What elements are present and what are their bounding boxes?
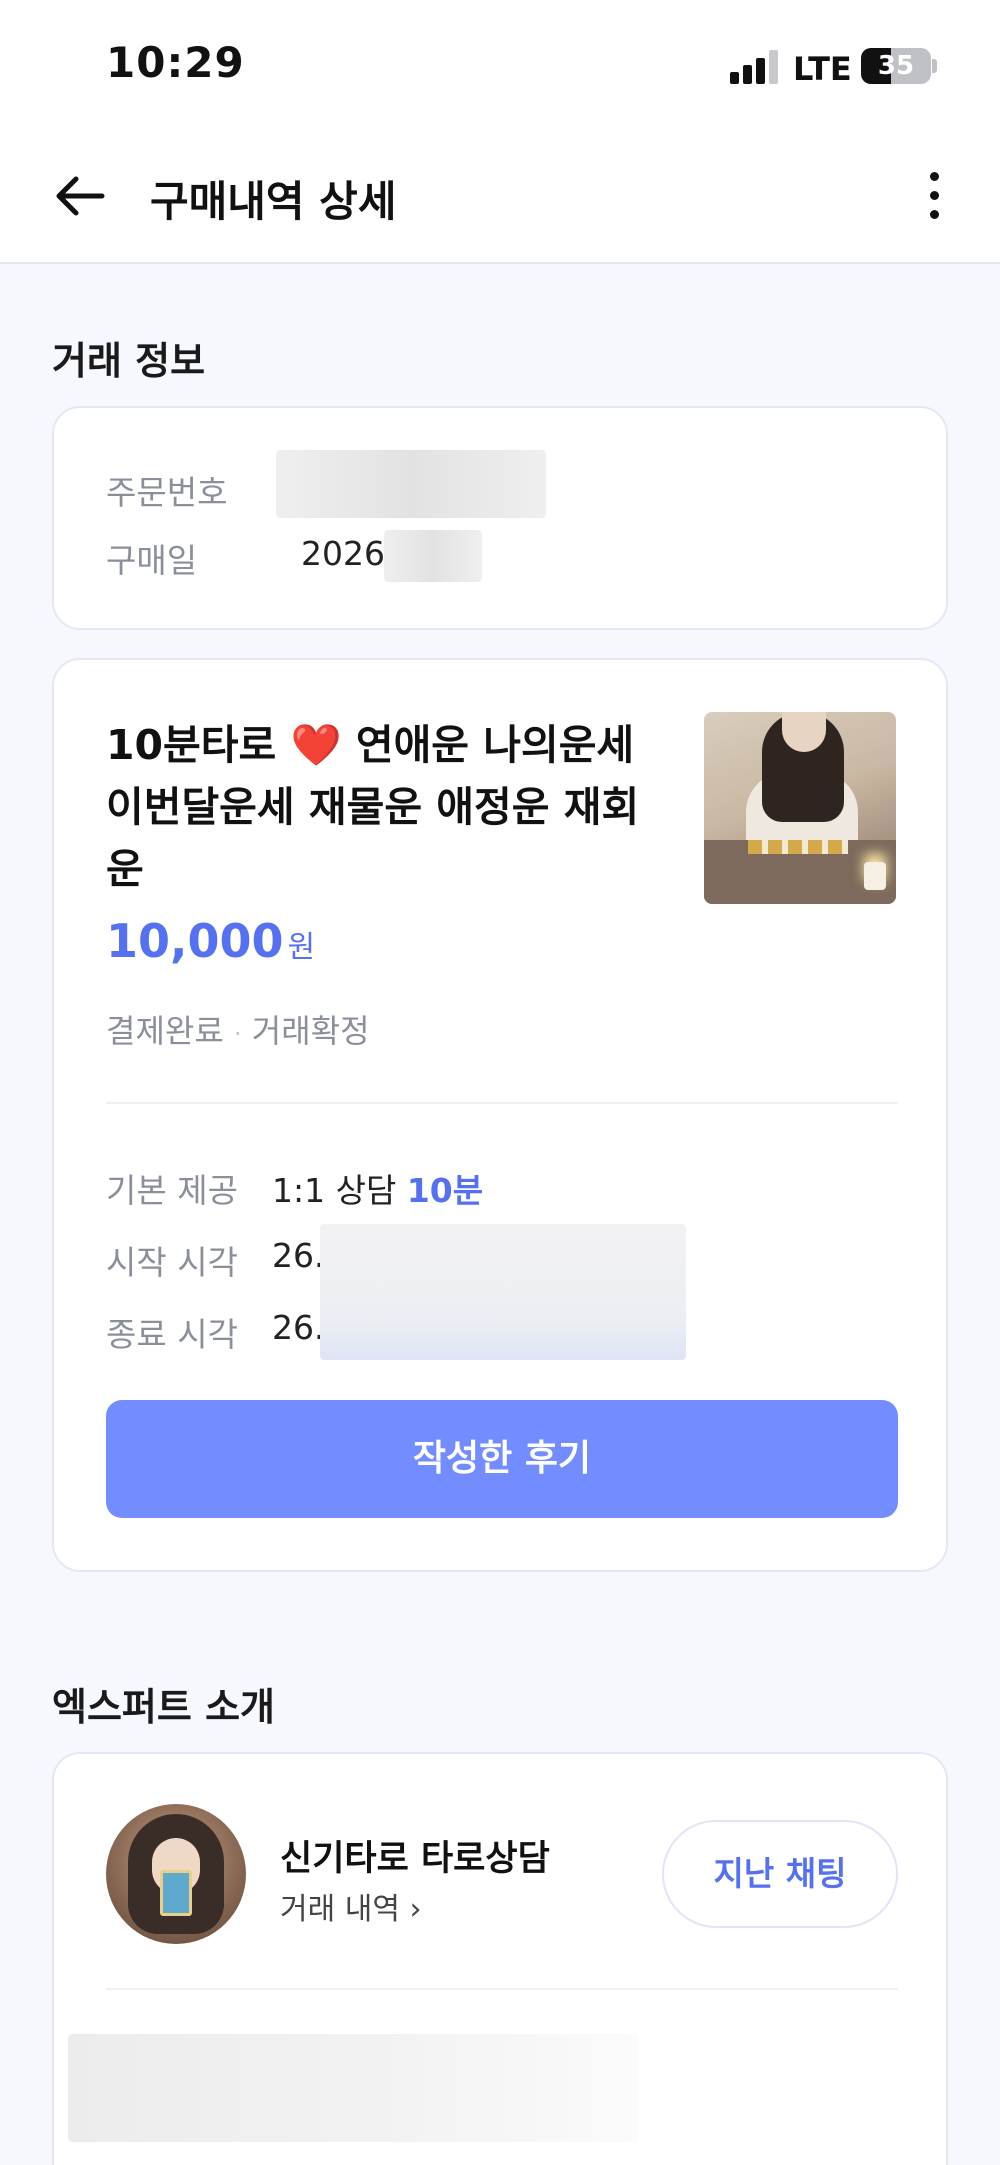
status-time: 10:29 xyxy=(106,38,245,87)
price-currency: 원 xyxy=(287,930,316,965)
trade-info-card: 주문번호 구매일 2026 xyxy=(52,406,948,630)
battery-tip xyxy=(932,59,937,73)
basic-service-duration: 10분 xyxy=(406,1171,484,1210)
written-review-button[interactable]: 작성한 후기 xyxy=(106,1400,898,1518)
heart-icon: ❤️ xyxy=(290,721,342,769)
nav-bar: 구매내역 상세 xyxy=(0,132,1000,264)
trade-info-title: 거래 정보 xyxy=(52,339,206,383)
basic-service-type: 1:1 상담 xyxy=(272,1171,397,1210)
trade-history-label: 거래 내역 xyxy=(280,1892,400,1927)
trade-status: 거래확정 xyxy=(251,1012,370,1050)
end-time-label: 종료 시각 xyxy=(106,1315,238,1354)
purchase-date-value: 2026 xyxy=(301,534,385,573)
product-price: 10,000 원 xyxy=(106,914,315,968)
expert-avatar[interactable] xyxy=(106,1804,246,1944)
back-arrow-icon[interactable] xyxy=(50,166,110,226)
expert-card: 신기타로 타로상담 거래 내역 › 지난 채팅 xyxy=(52,1752,948,2165)
network-type: LTE xyxy=(793,50,852,88)
product-card: 10분타로 ❤️ 연애운 나의운세 이번달운세 재물운 애정운 재회운 10,0… xyxy=(52,658,948,1572)
trade-history-link[interactable]: 거래 내역 › xyxy=(280,1884,421,1928)
order-number-redacted xyxy=(276,450,546,518)
purchase-date-redacted xyxy=(384,530,482,582)
battery-level: 35 xyxy=(877,51,915,81)
time-redacted xyxy=(320,1224,686,1360)
basic-service-label: 기본 제공 xyxy=(106,1171,238,1210)
signal-icon xyxy=(730,50,782,84)
expert-description-redacted xyxy=(68,2034,638,2142)
product-title-part1: 10분타로 xyxy=(106,721,277,769)
expert-intro-title: 엑스퍼트 소개 xyxy=(52,1685,275,1729)
divider xyxy=(106,1988,898,1990)
order-number-label: 주문번호 xyxy=(106,473,228,512)
page-title: 구매내역 상세 xyxy=(150,177,397,226)
past-chat-button[interactable]: 지난 채팅 xyxy=(662,1820,898,1928)
payment-status: 결제완료 xyxy=(106,1012,224,1050)
start-time-label: 시작 시각 xyxy=(106,1243,238,1282)
expert-name: 신기타로 타로상담 xyxy=(280,1839,550,1879)
divider xyxy=(106,1102,898,1104)
product-thumbnail[interactable] xyxy=(704,712,896,904)
start-time-value: 26. xyxy=(272,1236,325,1275)
price-amount: 10,000 xyxy=(106,914,284,968)
status-separator: · xyxy=(233,1020,242,1048)
end-time-value: 26. xyxy=(272,1308,325,1347)
purchase-date-label: 구매일 xyxy=(106,541,198,580)
battery-icon: 35 xyxy=(861,48,931,84)
order-status: 결제완료 · 거래확정 xyxy=(106,1006,370,1052)
more-options-icon[interactable] xyxy=(920,166,950,226)
chevron-right-icon: › xyxy=(409,1892,422,1927)
product-title: 10분타로 ❤️ 연애운 나의운세 이번달운세 재물운 애정운 재회운 xyxy=(106,714,666,900)
basic-service-value: 1:1 상담 10분 xyxy=(272,1164,483,1212)
status-bar: 10:29 LTE 35 xyxy=(0,0,1000,132)
